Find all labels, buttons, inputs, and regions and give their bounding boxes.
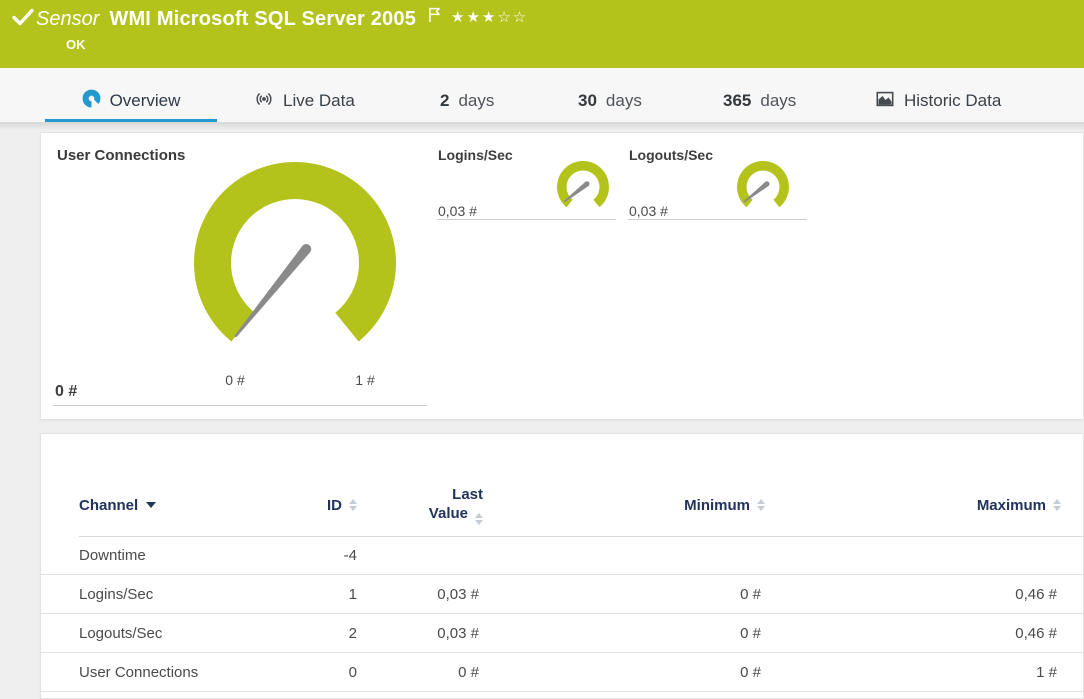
user-connections-gauge bbox=[185, 153, 405, 373]
cell-channel[interactable]: User Connections bbox=[79, 653, 198, 692]
sensor-header-bar: Sensor WMI Microsoft SQL Server 2005 ★★★… bbox=[0, 0, 1084, 68]
divider bbox=[53, 405, 427, 406]
logouts-gauge-value: 0,03 # bbox=[629, 203, 668, 219]
main-gauge-min-label: 0 # bbox=[205, 372, 265, 388]
column-header-channel-label: Channel bbox=[79, 497, 138, 514]
column-header-minimum[interactable]: Minimum bbox=[601, 474, 765, 536]
column-header-value-label: Value bbox=[429, 505, 468, 522]
table-body: Downtime -4 Logins/Sec 1 0,03 # 0 # 0,46… bbox=[41, 536, 1084, 692]
cell-channel[interactable]: Logins/Sec bbox=[79, 575, 153, 614]
channels-table-panel: Channel ID Last Value Minimum Maximum Do… bbox=[40, 433, 1084, 699]
column-header-channel[interactable]: Channel bbox=[79, 474, 156, 536]
main-gauge-title: User Connections bbox=[57, 147, 185, 164]
tab-30-days-label: days bbox=[606, 91, 642, 111]
cell-channel[interactable]: Downtime bbox=[79, 536, 146, 575]
sort-descending-icon bbox=[146, 502, 156, 508]
cell-last-value: 0 # bbox=[371, 653, 479, 692]
cell-minimum: 0 # bbox=[601, 653, 761, 692]
table-row-logins-sec[interactable]: Logins/Sec 1 0,03 # 0 # 0,46 # bbox=[41, 575, 1084, 614]
tab-2-days-label: days bbox=[458, 91, 494, 111]
main-gauge-max-label: 1 # bbox=[335, 372, 395, 388]
sort-icon bbox=[349, 499, 357, 511]
column-header-minimum-label: Minimum bbox=[684, 497, 750, 514]
cell-last-value: 0,03 # bbox=[371, 614, 479, 653]
table-row-logouts-sec[interactable]: Logouts/Sec 2 0,03 # 0 # 0,46 # bbox=[41, 614, 1084, 653]
logins-gauge-title: Logins/Sec bbox=[438, 147, 513, 163]
sensor-kind-label: Sensor bbox=[36, 8, 99, 31]
gauges-panel: User Connections 0 # 1 # 0 # Logins/Sec … bbox=[40, 132, 1084, 420]
stars-empty[interactable]: ☆☆ bbox=[497, 9, 528, 26]
broadcast-icon bbox=[254, 89, 274, 114]
cell-id: 2 bbox=[257, 614, 357, 653]
priority-flag-icon[interactable] bbox=[428, 6, 441, 28]
divider bbox=[437, 219, 616, 220]
tab-bar: Overview Live Data 2 days 30 days 365 da… bbox=[0, 68, 1084, 122]
logouts-gauge-title: Logouts/Sec bbox=[629, 147, 713, 163]
priority-star-rating[interactable]: ★★★☆☆ bbox=[451, 8, 528, 26]
tab-365-days-number: 365 bbox=[723, 91, 751, 111]
cell-channel[interactable]: Logouts/Sec bbox=[79, 614, 162, 653]
tab-30-days-number: 30 bbox=[578, 91, 597, 111]
ok-check-icon bbox=[12, 8, 34, 31]
tab-historic-data-label: Historic Data bbox=[904, 91, 1001, 111]
cell-minimum: 0 # bbox=[601, 575, 761, 614]
cell-maximum: 1 # bbox=[897, 653, 1057, 692]
divider bbox=[628, 219, 807, 220]
column-header-last-value[interactable]: Last Value bbox=[371, 474, 483, 536]
sort-icon bbox=[757, 499, 765, 511]
logins-gauge-value: 0,03 # bbox=[438, 203, 477, 219]
cell-minimum: 0 # bbox=[601, 614, 761, 653]
column-header-id-label: ID bbox=[327, 497, 342, 514]
stars-filled[interactable]: ★★★ bbox=[451, 9, 497, 26]
column-header-maximum-label: Maximum bbox=[977, 497, 1046, 514]
area-chart-icon bbox=[875, 89, 895, 114]
cell-id: -4 bbox=[257, 536, 357, 575]
cell-maximum: 0,46 # bbox=[897, 575, 1057, 614]
gauge-icon bbox=[82, 89, 101, 113]
table-row-user-connections[interactable]: User Connections 0 0 # 0 # 1 # bbox=[41, 653, 1084, 692]
tab-30-days[interactable]: 30 days bbox=[578, 68, 642, 122]
tab-overview[interactable]: Overview bbox=[45, 68, 217, 122]
column-header-maximum[interactable]: Maximum bbox=[897, 474, 1061, 536]
sort-icon bbox=[1053, 499, 1061, 511]
sensor-title: WMI Microsoft SQL Server 2005 bbox=[109, 8, 416, 31]
cell-id: 1 bbox=[257, 575, 357, 614]
main-gauge-value: 0 # bbox=[55, 383, 77, 401]
cell-last-value: 0,03 # bbox=[371, 575, 479, 614]
cell-minimum bbox=[601, 536, 761, 575]
cell-maximum: 0,46 # bbox=[897, 614, 1057, 653]
column-header-last-label: Last bbox=[452, 486, 483, 503]
tab-365-days[interactable]: 365 days bbox=[723, 68, 796, 122]
tab-live-data[interactable]: Live Data bbox=[254, 68, 355, 122]
tab-historic-data[interactable]: Historic Data bbox=[875, 68, 1001, 122]
tab-365-days-label: days bbox=[760, 91, 796, 111]
column-header-id[interactable]: ID bbox=[257, 474, 357, 536]
tab-live-data-label: Live Data bbox=[283, 91, 355, 111]
tab-overview-label: Overview bbox=[110, 91, 181, 111]
cell-maximum bbox=[897, 536, 1057, 575]
tab-2-days[interactable]: 2 days bbox=[440, 68, 494, 122]
table-row-downtime[interactable]: Downtime -4 bbox=[41, 536, 1084, 575]
logouts-gauge bbox=[733, 155, 793, 215]
sensor-status-badge: OK bbox=[66, 37, 86, 52]
tabbar-shadow bbox=[0, 122, 1084, 130]
logins-gauge bbox=[553, 155, 613, 215]
cell-last-value bbox=[371, 536, 479, 575]
sort-icon bbox=[475, 513, 483, 525]
table-header-row: Channel ID Last Value Minimum Maximum bbox=[41, 474, 1084, 536]
cell-id: 0 bbox=[257, 653, 357, 692]
tab-2-days-number: 2 bbox=[440, 91, 449, 111]
